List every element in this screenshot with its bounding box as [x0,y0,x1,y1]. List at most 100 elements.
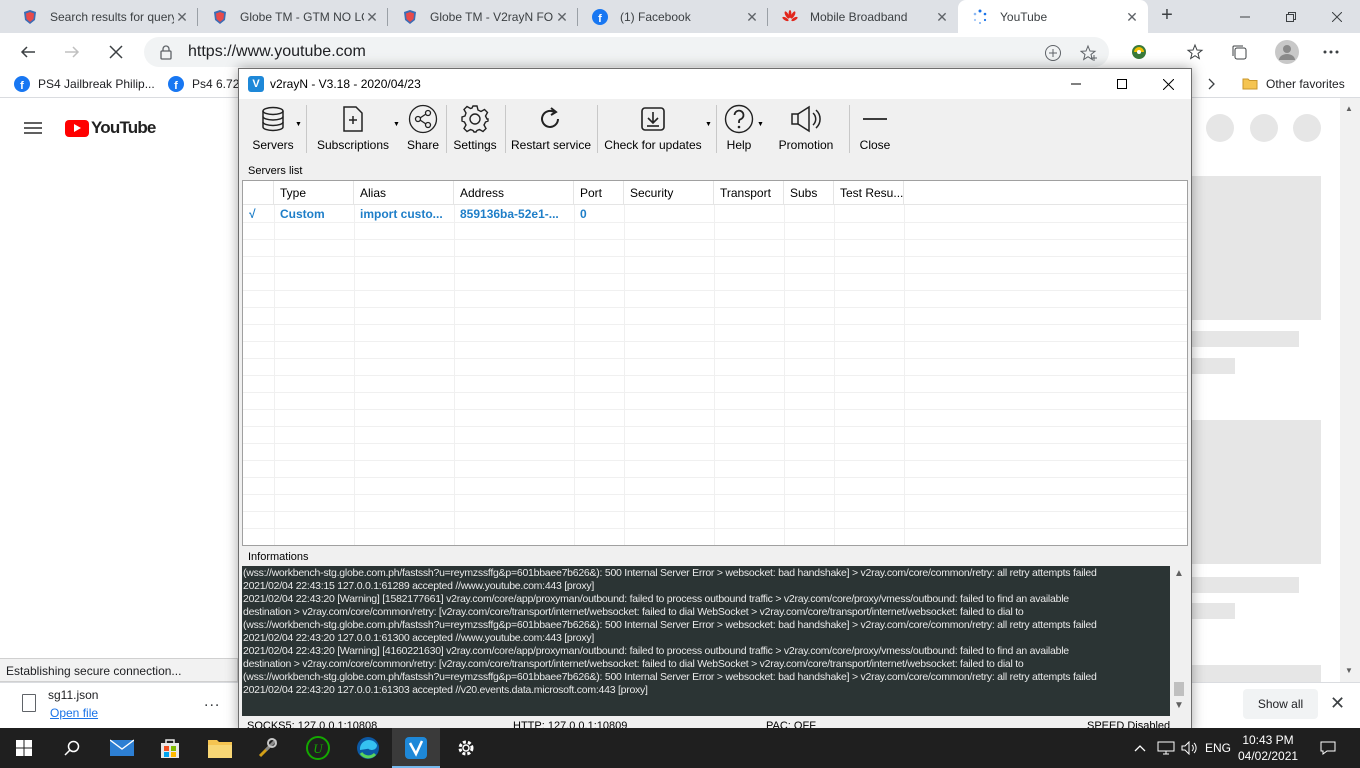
servers-table[interactable]: Type Alias Address Port Security Transpo… [242,180,1188,546]
mail-icon[interactable] [98,728,146,768]
dropdown-arrow-icon[interactable]: ▼ [393,121,400,128]
scroll-up-icon[interactable]: ▲ [1174,568,1184,579]
favorites-icon[interactable] [1184,41,1206,63]
subscriptions-button[interactable]: Subscriptions ▼ [315,103,400,155]
stop-loading-button[interactable] [102,39,130,65]
open-file-link[interactable]: Open file [50,706,98,720]
svg-text:f: f [174,80,178,92]
cell-transport [714,206,784,223]
forward-button[interactable] [58,39,86,65]
add-site-icon[interactable] [1044,44,1062,62]
minimize-button[interactable] [1053,69,1099,99]
column-header[interactable]: Transport [714,181,784,205]
log-scrollbar[interactable]: ▲ ▼ [1170,566,1188,716]
clock-date: 04/02/2021 [1238,749,1299,763]
start-button[interactable] [0,728,48,768]
close-tab-icon[interactable]: ✕ [364,9,380,25]
servers-button[interactable]: Servers ▼ [251,103,302,155]
column-header[interactable]: Security [624,181,714,205]
placeholder-circle [1250,114,1278,142]
favorite-item[interactable]: f Ps4 6.72/ [168,75,243,93]
video-thumbnail-placeholder [1192,665,1321,682]
collections-icon[interactable] [1228,41,1250,63]
download-more-button[interactable]: ... [204,693,220,711]
file-explorer-icon[interactable] [196,728,244,768]
column-header[interactable]: Subs [784,181,834,205]
close-tab-icon[interactable]: ✕ [934,9,950,25]
dropdown-arrow-icon[interactable]: ▼ [295,121,302,128]
column-header[interactable]: Address [454,181,574,205]
tab-mobile-broadband[interactable]: Mobile Broadband ✕ [768,0,958,33]
scroll-thumb[interactable] [1174,682,1184,696]
network-icon[interactable] [1156,728,1176,768]
check-for-updates-button[interactable]: Check for updates ▼ [603,103,712,155]
column-header[interactable]: Test Resu... [834,181,904,205]
column-header[interactable]: Alias [354,181,454,205]
scroll-up-icon[interactable]: ▲ [1345,104,1353,113]
store-icon[interactable] [146,728,194,768]
chevron-right-icon[interactable] [1208,75,1216,93]
close-tab-icon[interactable]: ✕ [1124,9,1140,25]
dropdown-arrow-icon[interactable]: ▼ [705,121,712,128]
extension-icon[interactable] [1128,41,1150,63]
tab-youtube[interactable]: YouTube ✕ [958,0,1148,33]
close-tab-icon[interactable]: ✕ [554,9,570,25]
table-row [243,393,1187,410]
restart-service-button[interactable]: Restart service [511,103,591,155]
settings-gear-icon[interactable] [442,728,490,768]
youtube-logo[interactable]: YouTube [65,118,156,138]
system-clock[interactable]: 10:43 PM 04/02/2021 [1238,732,1298,764]
close-icon [857,103,893,135]
notification-icon[interactable] [1316,728,1340,768]
dropdown-arrow-icon[interactable]: ▼ [757,121,764,128]
edge-browser-icon[interactable] [344,728,392,768]
volume-icon[interactable] [1180,728,1200,768]
hamburger-menu-icon[interactable] [24,122,42,134]
profile-avatar[interactable] [1274,39,1300,65]
close-window-button[interactable] [1145,69,1191,99]
other-favorites[interactable]: Other favorites [1242,75,1345,93]
minimize-button[interactable] [1222,0,1268,33]
v2rayn-taskbar-icon[interactable] [392,728,440,768]
tab-globe-gtm[interactable]: Globe TM - GTM NO LO ✕ [198,0,388,33]
language-indicator[interactable]: ENG [1204,728,1232,768]
help-button[interactable]: Help ▼ [723,103,764,155]
restore-button[interactable] [1268,0,1314,33]
text-placeholder [1192,331,1299,347]
show-all-button[interactable]: Show all [1243,689,1318,719]
tab-facebook[interactable]: f (1) Facebook ✕ [578,0,768,33]
table-row[interactable]: √ Custom import custo... 859136ba-52e1-.… [243,206,1187,223]
page-scrollbar[interactable]: ▲ ▼ [1340,98,1360,682]
close-app-button[interactable]: Close [857,103,893,155]
new-tab-button[interactable]: + [1155,4,1179,28]
share-button[interactable]: Share [405,103,441,155]
maximize-button[interactable] [1099,69,1145,99]
address-bar[interactable]: https://www.youtube.com [144,37,1109,67]
column-header-active[interactable] [243,181,274,205]
close-window-button[interactable] [1314,0,1360,33]
add-favorite-icon[interactable] [1080,44,1098,62]
tools-app-icon[interactable] [244,728,292,768]
back-button[interactable] [14,39,42,65]
column-header[interactable]: Type [274,181,354,205]
column-header[interactable]: Port [574,181,624,205]
scroll-down-icon[interactable]: ▼ [1174,700,1184,711]
search-icon[interactable] [48,728,96,768]
upwork-icon[interactable]: U [294,728,342,768]
cell-address: 859136ba-52e1-... [460,207,559,221]
close-download-bar-icon[interactable]: ✕ [1330,693,1345,714]
chevron-up-icon[interactable] [1132,728,1148,768]
log-output[interactable]: (wss://workbench-stg.globe.com.ph/fastss… [242,566,1170,716]
promotion-button[interactable]: Promotion [775,103,837,155]
close-tab-icon[interactable]: ✕ [744,9,760,25]
close-tab-icon[interactable]: ✕ [174,9,190,25]
settings-more-icon[interactable] [1320,41,1342,63]
scroll-down-icon[interactable]: ▼ [1345,666,1353,675]
cell-type: Custom [280,207,325,221]
settings-button[interactable]: Settings [453,103,497,155]
favorite-item[interactable]: f PS4 Jailbreak Philip... [14,75,155,93]
facebook-icon: f [168,76,184,92]
tab-search-results[interactable]: Search results for query ✕ [8,0,198,33]
table-row [243,444,1187,461]
tab-globe-v2rayn[interactable]: Globe TM - V2rayN FO ✕ [388,0,578,33]
